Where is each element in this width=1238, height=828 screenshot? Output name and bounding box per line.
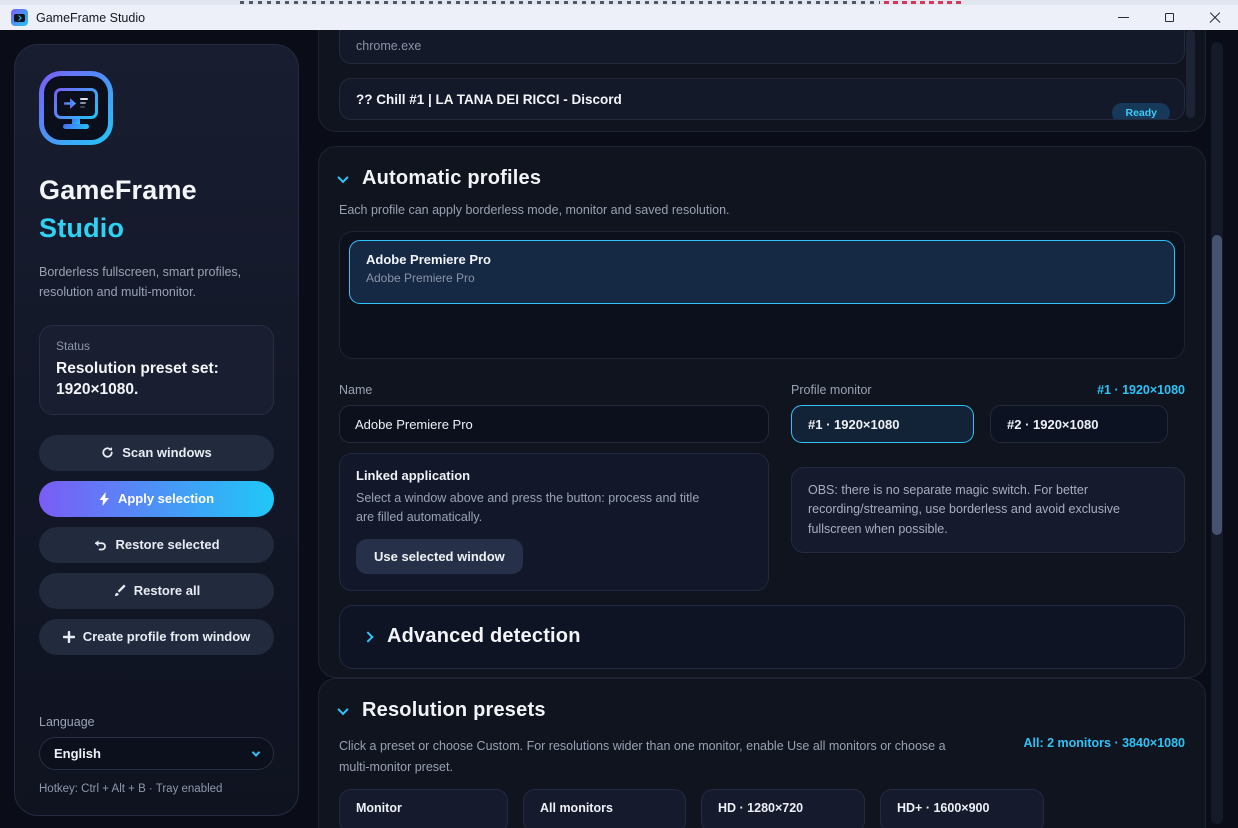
language-label: Language	[39, 715, 95, 729]
close-button[interactable]	[1192, 5, 1238, 30]
profile-name: Adobe Premiere Pro	[366, 252, 491, 267]
window-list-item-chrome[interactable]: chrome.exe	[339, 30, 1185, 64]
preset-hd-button[interactable]: HD · 1280×720	[701, 788, 865, 828]
titlebar: GameFrame Studio	[0, 0, 1238, 30]
monitor-stand	[72, 118, 80, 124]
brand-line1: GameFrame	[39, 175, 197, 205]
profile-process: Adobe Premiere Pro	[366, 271, 475, 285]
chevron-down-icon	[251, 747, 261, 757]
app-content: GameFrame Studio Borderless fullscreen, …	[0, 30, 1238, 828]
profile-monitor-label: Profile monitor	[791, 383, 872, 397]
obs-note: OBS: there is no separate magic switch. …	[791, 467, 1185, 554]
chevron-right-icon	[362, 630, 374, 643]
automatic-profiles-header[interactable]: Automatic profiles	[337, 167, 1185, 190]
window-title: GameFrame Studio	[36, 10, 146, 25]
restore-all-button[interactable]: Restore all	[39, 572, 274, 609]
left-column: Name Linked application Select a window …	[339, 383, 769, 591]
hotkey-note: Hotkey: Ctrl + Alt + B · Tray enabled	[39, 783, 223, 795]
create-profile-button[interactable]: Create profile from window	[39, 618, 274, 655]
monitor-option-1[interactable]: #1 · 1920×1080	[791, 405, 974, 443]
brand-tagline: Borderless fullscreen, smart profiles, r…	[39, 264, 242, 300]
arrow-icon	[16, 14, 22, 21]
status-box: Status Resolution preset set: 1920×1080.	[39, 324, 274, 415]
window-list-scrollbar[interactable]	[1186, 30, 1195, 118]
clipped-background-text-red	[884, 1, 962, 4]
minimize-button[interactable]	[1100, 5, 1146, 30]
maximize-icon	[1164, 13, 1174, 22]
window-item-title: ?? Chill #1 | LA TANA DEI RICCI - Discor…	[356, 91, 622, 107]
minimize-icon	[1117, 17, 1129, 18]
monitor-icon	[14, 13, 25, 22]
monitor-option-2[interactable]: #2 · 1920×1080	[990, 405, 1168, 443]
brush-icon	[114, 584, 126, 597]
close-icon	[1209, 12, 1221, 24]
all-monitors-info: All: 2 monitors · 3840×1080	[1023, 736, 1185, 750]
window-list-card: chrome.exe ?? Chill #1 | LA TANA DEI RIC…	[318, 30, 1206, 132]
resolution-presets-card: Resolution presets Click a preset or cho…	[318, 678, 1206, 828]
main-panel: chrome.exe ?? Chill #1 | LA TANA DEI RIC…	[318, 30, 1206, 828]
monitor-base	[63, 123, 89, 129]
refresh-icon	[102, 447, 113, 458]
create-profile-label: Create profile from window	[82, 629, 251, 645]
profile-monitor-current: #1 · 1920×1080	[1097, 383, 1185, 397]
sidebar: GameFrame Studio Borderless fullscreen, …	[14, 44, 299, 816]
arrow-icon	[64, 97, 76, 109]
app-logo	[39, 71, 113, 145]
linked-application-title: Linked application	[356, 468, 471, 483]
scan-windows-label: Scan windows	[122, 445, 212, 461]
undo-icon	[95, 539, 107, 551]
status-label: Status	[56, 338, 91, 353]
resolution-presets-subtitle: Click a preset or choose Custom. For res…	[339, 739, 946, 775]
restore-all-label: Restore all	[133, 583, 201, 599]
clipped-background-text	[240, 1, 880, 4]
profile-item-selected[interactable]: Adobe Premiere Pro Adobe Premiere Pro	[349, 240, 1175, 304]
linked-application-description: Select a window above and press the butt…	[356, 491, 700, 524]
terminal-lines-icon	[80, 98, 88, 108]
advanced-detection-title: Advanced detection	[387, 625, 581, 647]
advanced-detection-header[interactable]: Advanced detection	[339, 604, 1185, 669]
scrollbar-thumb[interactable]	[1212, 235, 1222, 535]
use-selected-window-button[interactable]: Use selected window	[356, 538, 523, 574]
profile-name-input[interactable]	[339, 405, 769, 443]
restore-selected-button[interactable]: Restore selected	[39, 526, 274, 563]
preset-all-monitors-button[interactable]: All monitors	[523, 788, 686, 828]
automatic-profiles-card: Automatic profiles Each profile can appl…	[318, 146, 1206, 678]
profile-list: Adobe Premiere Pro Adobe Premiere Pro	[339, 231, 1185, 359]
apply-selection-button[interactable]: Apply selection	[39, 480, 274, 517]
right-column: Profile monitor #1 · 1920×1080 #1 · 1920…	[791, 383, 1185, 591]
restore-selected-label: Restore selected	[115, 537, 220, 553]
resolution-presets-title: Resolution presets	[362, 699, 546, 721]
preset-monitor-button[interactable]: Monitor	[339, 788, 508, 828]
scan-windows-button[interactable]: Scan windows	[39, 434, 274, 471]
lightning-icon	[99, 491, 109, 506]
brand-title: GameFrame Studio	[39, 171, 274, 248]
plus-icon	[62, 630, 75, 643]
ready-badge: Ready	[1112, 103, 1170, 119]
maximize-button[interactable]	[1146, 5, 1192, 30]
status-message: Resolution preset set: 1920×1080.	[56, 359, 219, 398]
monitor-icon	[54, 88, 98, 119]
chevron-down-icon	[337, 171, 349, 183]
language-select[interactable]: English	[39, 737, 274, 770]
linked-application-box: Linked application Select a window above…	[339, 453, 769, 591]
app-icon	[11, 9, 28, 26]
preset-hdplus-button[interactable]: HD+ · 1600×900	[880, 788, 1044, 828]
window-list-item-discord[interactable]: ?? Chill #1 | LA TANA DEI RICCI - Discor…	[339, 78, 1185, 120]
chevron-down-icon	[337, 703, 349, 715]
resolution-presets-header[interactable]: Resolution presets	[337, 699, 1185, 722]
automatic-profiles-subtitle: Each profile can apply borderless mode, …	[339, 203, 730, 217]
window-item-process: chrome.exe	[356, 39, 422, 53]
name-field-label: Name	[339, 383, 373, 397]
apply-selection-label: Apply selection	[117, 491, 215, 507]
automatic-profiles-title: Automatic profiles	[362, 167, 542, 189]
language-value: English	[54, 746, 101, 761]
brand-line2: Studio	[39, 213, 125, 244]
